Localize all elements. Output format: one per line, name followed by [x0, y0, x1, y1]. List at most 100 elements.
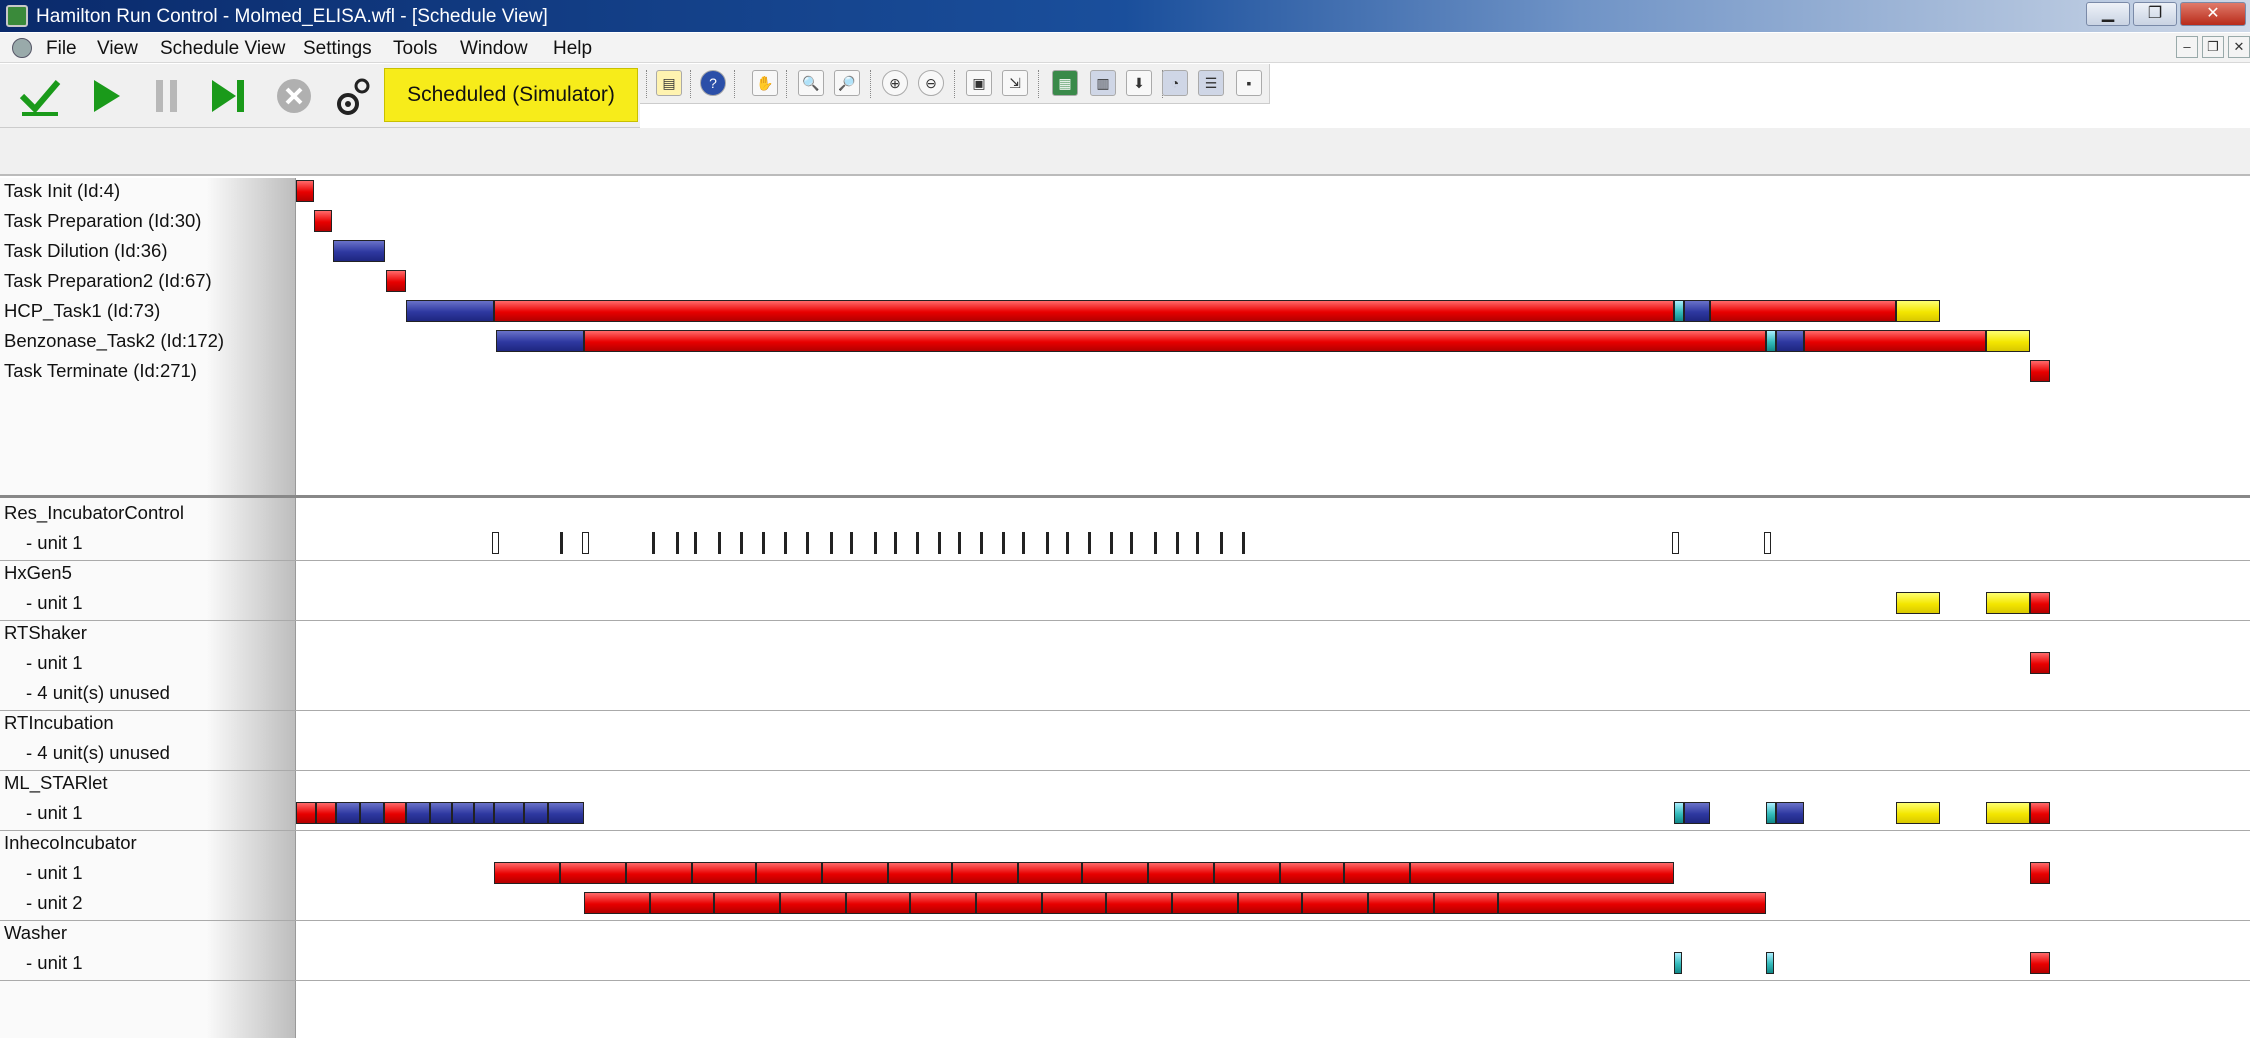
ml-starlet-bar[interactable]: [1986, 802, 2030, 824]
task-label[interactable]: Task Dilution (Id:36): [4, 240, 167, 262]
zoom-in-icon[interactable]: 🔍: [798, 70, 824, 96]
incubator-control-tick[interactable]: [806, 532, 809, 554]
incubator-control-tick[interactable]: [1066, 532, 1069, 554]
ml-starlet-bar[interactable]: [1896, 802, 1940, 824]
resource-label[interactable]: RTShaker: [4, 622, 87, 644]
check-icon[interactable]: [18, 74, 62, 118]
incubator-unit2-bar[interactable]: [1302, 892, 1368, 914]
pause-icon[interactable]: [150, 76, 184, 116]
menu-help[interactable]: Help: [553, 38, 592, 60]
incubator-control-tick[interactable]: [1130, 532, 1133, 554]
fit-view-icon[interactable]: ▣: [966, 70, 992, 96]
incubator-unit1-bar[interactable]: [1344, 862, 1410, 884]
incubator-control-tick[interactable]: [894, 532, 897, 554]
ml-starlet-bar[interactable]: [430, 802, 452, 824]
hcp-task1-bar[interactable]: [1684, 300, 1710, 322]
incubator-control-tick[interactable]: [652, 532, 655, 554]
resource-label[interactable]: Washer: [4, 922, 67, 944]
incubator-unit1-bar[interactable]: [1410, 862, 1674, 884]
benzonase-task2-bar[interactable]: [1804, 330, 1986, 352]
resource-label[interactable]: InhecoIncubator: [4, 832, 137, 854]
incubator-control-tick[interactable]: [1046, 532, 1049, 554]
collapse-icon[interactable]: ⊖: [918, 70, 944, 96]
ml-starlet-bar[interactable]: [524, 802, 548, 824]
incubator-unit2-bar[interactable]: [1106, 892, 1172, 914]
incubator-unit1-bar[interactable]: [692, 862, 756, 884]
incubator-unit2-bar[interactable]: [1172, 892, 1238, 914]
incubator-unit1-bar[interactable]: [626, 862, 692, 884]
menu-settings[interactable]: Settings: [303, 38, 372, 60]
help-icon[interactable]: ?: [700, 70, 726, 96]
incubator-control-tick[interactable]: [1088, 532, 1091, 554]
incubator-unit2-bar[interactable]: [1042, 892, 1106, 914]
incubator-unit1-bar[interactable]: [494, 862, 560, 884]
incubator-unit2-bar[interactable]: [1434, 892, 1498, 914]
incubator-unit1-bar[interactable]: [1214, 862, 1280, 884]
incubator-unit2-bar[interactable]: [976, 892, 1042, 914]
ml-starlet-bar[interactable]: [1674, 802, 1684, 824]
incubator-unit1-bar[interactable]: [1082, 862, 1148, 884]
download-icon[interactable]: ⬇: [1126, 70, 1152, 96]
benzonase-task2-bar[interactable]: [1766, 330, 1776, 352]
play-icon[interactable]: [88, 76, 124, 116]
incubator-unit2-bar[interactable]: [846, 892, 910, 914]
incubator-unit1-bar[interactable]: [952, 862, 1018, 884]
incubator-control-tick[interactable]: [980, 532, 983, 554]
layout-icon[interactable]: ▦: [1052, 70, 1078, 96]
incubator-unit2-bar[interactable]: [1238, 892, 1302, 914]
resource-label[interactable]: HxGen5: [4, 562, 72, 584]
incubator-unit1-bar[interactable]: [1280, 862, 1344, 884]
incubator-unit1-bar[interactable]: [822, 862, 888, 884]
task-preparation2-bar[interactable]: [386, 270, 406, 292]
close-button[interactable]: ✕: [2180, 2, 2246, 26]
washer-bar[interactable]: [1766, 952, 1774, 974]
hcp-task1-bar[interactable]: [1710, 300, 1896, 322]
menu-file[interactable]: File: [46, 38, 77, 60]
hxgen5-bar[interactable]: [1986, 592, 2030, 614]
schedule-view-icon[interactable]: ◔: [1162, 70, 1188, 96]
incubator-control-tick[interactable]: [958, 532, 961, 554]
minimize-button[interactable]: ▁: [2086, 2, 2130, 26]
incubator-control-tick[interactable]: [1110, 532, 1113, 554]
incubator-control-tick[interactable]: [1154, 532, 1157, 554]
fullscreen-icon[interactable]: ▪: [1236, 70, 1262, 96]
incubator-control-marker[interactable]: [582, 532, 589, 554]
incubator-control-tick[interactable]: [1002, 532, 1005, 554]
hxgen5-bar[interactable]: [1896, 592, 1940, 614]
incubator-control-tick[interactable]: [916, 532, 919, 554]
ml-starlet-bar[interactable]: [474, 802, 494, 824]
incubator-control-tick[interactable]: [874, 532, 877, 554]
hcp-task1-bar[interactable]: [494, 300, 1674, 322]
incubator-control-tick[interactable]: [850, 532, 853, 554]
menu-schedule-view[interactable]: Schedule View: [160, 38, 285, 60]
ml-starlet-bar[interactable]: [1684, 802, 1710, 824]
hcp-task1-bar[interactable]: [1896, 300, 1940, 322]
incubator-control-marker[interactable]: [1672, 532, 1679, 554]
task-label[interactable]: Task Init (Id:4): [4, 180, 120, 202]
ml-starlet-bar[interactable]: [1766, 802, 1776, 824]
ml-starlet-bar[interactable]: [548, 802, 584, 824]
benzonase-task2-bar[interactable]: [1986, 330, 2030, 352]
incubator-unit1-bar[interactable]: [560, 862, 626, 884]
export-icon[interactable]: ⇲: [1002, 70, 1028, 96]
incubator-control-tick[interactable]: [938, 532, 941, 554]
incubator-unit1-bar[interactable]: [1018, 862, 1082, 884]
ml-starlet-bar[interactable]: [406, 802, 430, 824]
resource-label[interactable]: RTIncubation: [4, 712, 114, 734]
task-label[interactable]: Task Preparation (Id:30): [4, 210, 201, 232]
ml-starlet-bar[interactable]: [384, 802, 406, 824]
task-preparation-bar[interactable]: [314, 210, 332, 232]
incubator-control-marker[interactable]: [492, 532, 499, 554]
expand-icon[interactable]: ⊕: [882, 70, 908, 96]
incubator-control-tick[interactable]: [1196, 532, 1199, 554]
menu-window[interactable]: Window: [460, 38, 528, 60]
task-dilution-bar[interactable]: [333, 240, 385, 262]
incubator-unit1-bar[interactable]: [888, 862, 952, 884]
task-label[interactable]: HCP_Task1 (Id:73): [4, 300, 160, 322]
incubator-unit2-bar[interactable]: [1368, 892, 1434, 914]
mdi-restore-button[interactable]: ❐: [2202, 36, 2224, 58]
incubator-control-tick[interactable]: [718, 532, 721, 554]
incubator-unit2-bar[interactable]: [584, 892, 650, 914]
ml-starlet-bar[interactable]: [452, 802, 474, 824]
incubator-control-tick[interactable]: [784, 532, 787, 554]
